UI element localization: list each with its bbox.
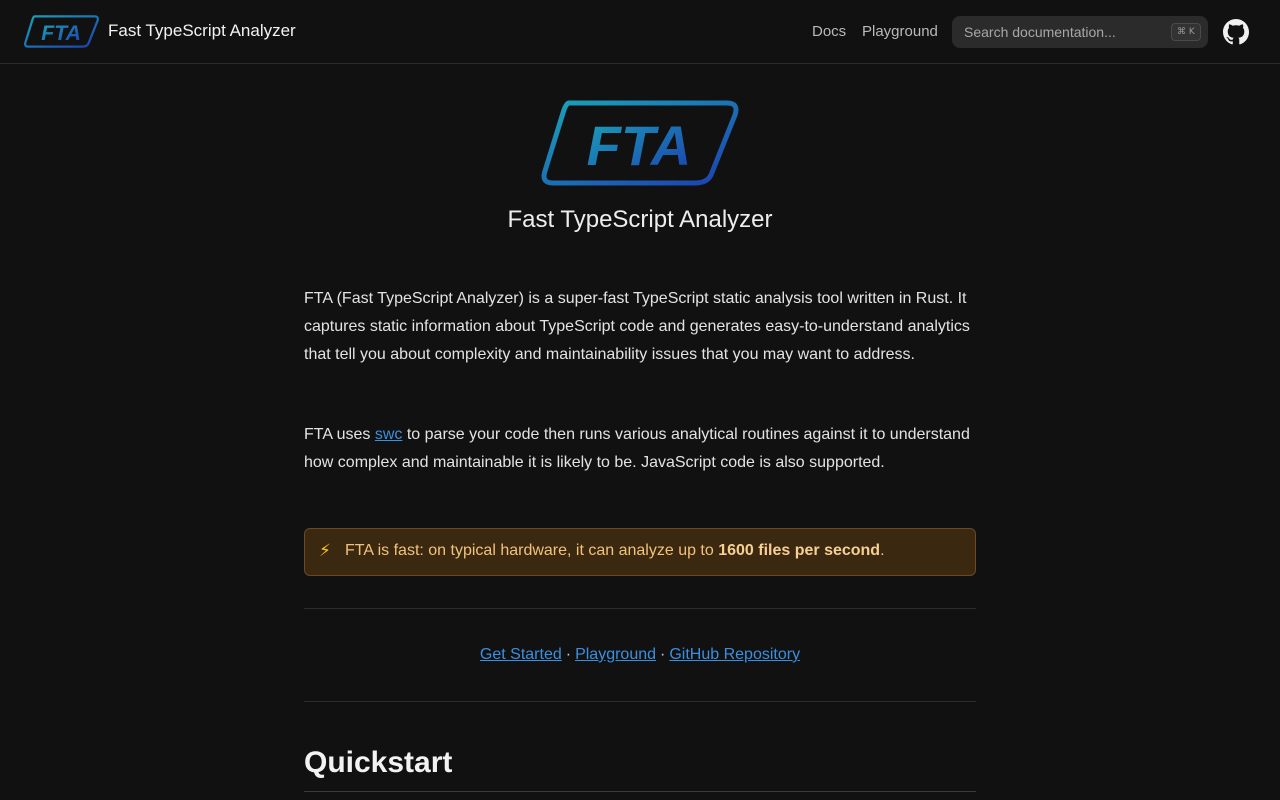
divider [304, 608, 976, 609]
callout-bold-text: 1600 files per second [718, 542, 881, 559]
callout-text: FTA is fast: on typical hardware, it can… [345, 542, 885, 560]
nav-link-playground[interactable]: Playground [862, 23, 938, 40]
search-shortcut-badge: ⌘ K [1171, 23, 1201, 41]
divider [304, 701, 976, 702]
hero-logo: FTA [541, 100, 739, 186]
link-separator: · [565, 646, 572, 663]
hero-logo-text: FTA [587, 114, 692, 177]
link-separator: · [660, 646, 666, 663]
quick-links: Get Started · Playground · GitHub Repository [0, 646, 1280, 664]
callout-text-start: FTA is fast: on typical hardware, it can… [345, 542, 719, 559]
lightning-icon: ⚡ [319, 541, 331, 561]
get-started-link[interactable]: Get Started [480, 646, 562, 663]
github-repository-link[interactable]: GitHub Repository [669, 646, 800, 663]
hero-title: Fast TypeScript Analyzer [507, 206, 773, 233]
playground-link[interactable]: Playground [575, 646, 656, 663]
search-input[interactable] [952, 16, 1162, 48]
github-icon[interactable] [1223, 19, 1249, 45]
heading-underline [304, 791, 976, 792]
swc-paragraph-text-end: to parse your code then runs various ana… [304, 426, 970, 471]
nav-logo-text: FTA [41, 22, 81, 45]
swc-paragraph-text-start: FTA uses [304, 426, 375, 443]
search-box[interactable]: ⌘ K [952, 16, 1208, 48]
speed-callout: ⚡ FTA is fast: on typical hardware, it c… [304, 528, 976, 576]
quickstart-heading: Quickstart [304, 746, 453, 779]
nav-link-docs[interactable]: Docs [812, 23, 846, 40]
swc-link[interactable]: swc [375, 426, 403, 443]
top-navbar: FTA Fast TypeScript Analyzer Docs Playgr… [0, 0, 1280, 64]
intro-paragraph: FTA (Fast TypeScript Analyzer) is a supe… [304, 290, 970, 363]
site-title[interactable]: Fast TypeScript Analyzer [108, 21, 296, 41]
fta-logo[interactable]: FTA [24, 14, 99, 49]
callout-text-end: . [880, 542, 885, 559]
swc-paragraph: FTA uses swc to parse your code then run… [304, 421, 984, 477]
